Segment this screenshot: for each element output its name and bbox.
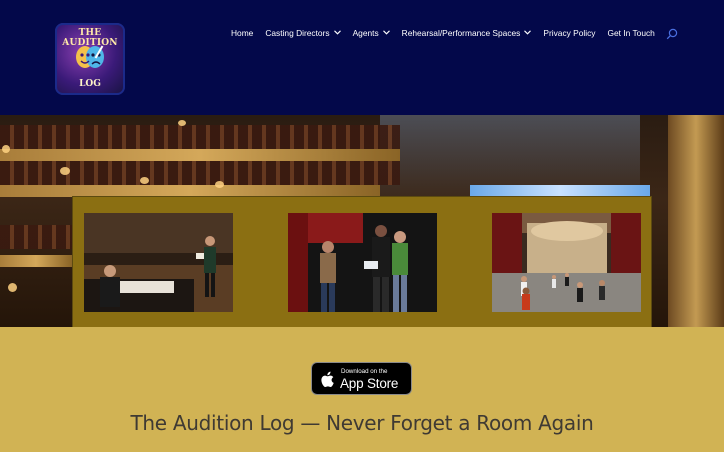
- audition-panel-photo: [84, 213, 233, 312]
- site-header: THE AUDITION LOG Home Casting Directors …: [0, 0, 724, 115]
- lamp-glow: [178, 120, 186, 126]
- chevron-down-icon: [524, 29, 532, 37]
- nav-item-home[interactable]: Home: [231, 28, 253, 38]
- nav-label: Privacy Policy: [543, 28, 596, 38]
- nav-label: Casting Directors: [265, 28, 330, 38]
- hero-theatre-background: [0, 115, 724, 327]
- lamp-glow: [215, 181, 224, 188]
- page-headline: The Audition Log — Never Forget a Room A…: [130, 411, 594, 435]
- theatre-stage-rehearsal-photo: [492, 213, 641, 312]
- lamp-glow: [2, 145, 10, 153]
- theatre-masks-icon: [76, 45, 104, 68]
- nav-label: Rehearsal/Performance Spaces: [401, 28, 521, 38]
- nav-label: Home: [231, 28, 254, 38]
- nav-label: Get In Touch: [607, 28, 655, 38]
- nav-item-spaces[interactable]: Rehearsal/Performance Spaces: [402, 28, 532, 38]
- nav-item-casting-directors[interactable]: Casting Directors: [265, 28, 341, 38]
- gilded-column: [668, 115, 724, 327]
- site-logo[interactable]: THE AUDITION LOG: [55, 23, 125, 95]
- photo-panel: [72, 196, 652, 327]
- main-nav: Home Casting Directors Agents Rehearsal/…: [231, 27, 667, 39]
- scene-partners-photo: [288, 213, 437, 312]
- balcony-rail: [0, 149, 400, 161]
- nav-item-agents[interactable]: Agents: [353, 28, 390, 38]
- nav-label: Agents: [352, 28, 379, 38]
- search-icon[interactable]: [666, 27, 678, 40]
- audience-row: [0, 125, 400, 149]
- chevron-down-icon: [333, 29, 341, 37]
- audience-row: [0, 225, 72, 249]
- lamp-glow: [60, 167, 70, 175]
- app-store-button[interactable]: Download on the App Store: [311, 362, 412, 395]
- logo-subtitle-text: LOG: [79, 79, 101, 89]
- lamp-glow: [8, 283, 17, 292]
- app-store-small-text: Download on the: [341, 368, 388, 375]
- app-store-big-text: App Store: [340, 376, 399, 391]
- nav-item-get-in-touch[interactable]: Get In Touch: [608, 28, 655, 38]
- nav-item-privacy-policy[interactable]: Privacy Policy: [543, 28, 595, 38]
- apple-icon: [321, 371, 334, 388]
- chevron-down-icon: [382, 29, 390, 37]
- lamp-glow: [140, 177, 149, 184]
- balcony-rail: [0, 255, 72, 267]
